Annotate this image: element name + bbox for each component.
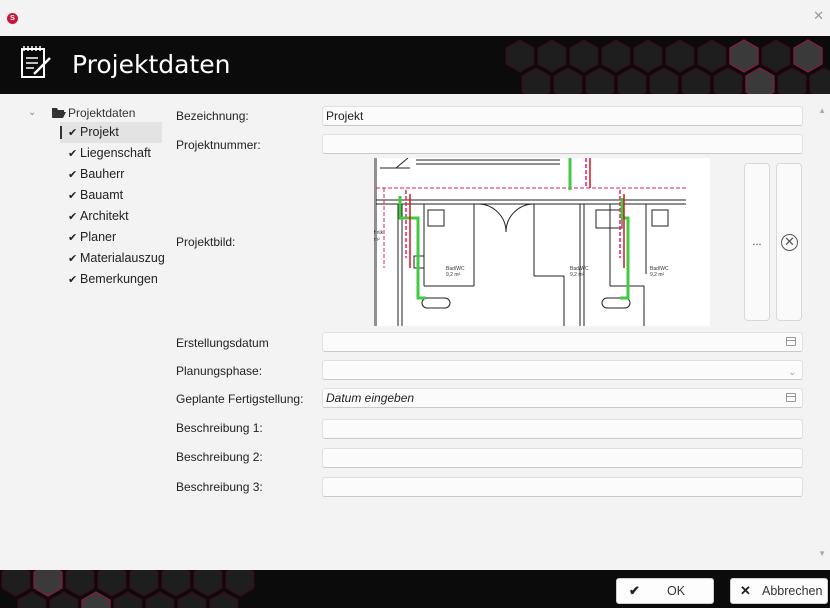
scroll-up-icon[interactable]: ▲ <box>818 106 826 115</box>
tree-item-label: Bemerkungen <box>80 272 158 286</box>
projektnummer-input[interactable] <box>322 134 803 154</box>
dialog-footer: ✔ OK ✕ Abbrechen <box>0 570 830 608</box>
planungsphase-select[interactable]: ⌄ <box>322 360 803 380</box>
plan-room-area: 9,2 m² <box>570 272 585 278</box>
ok-label: OK <box>667 584 686 598</box>
edit-document-icon <box>21 46 51 78</box>
tree-item-architekt[interactable]: ✔ Architekt <box>60 206 168 227</box>
plan-room-area: 9,2 m² <box>650 272 665 278</box>
calendar-icon[interactable] <box>786 393 796 402</box>
beschreibung1-label: Beschreibung 1: <box>176 421 263 435</box>
plan-room-area: 9,2 m² <box>446 272 461 278</box>
projektnummer-label: Projektnummer: <box>176 138 261 152</box>
checkmark-icon: ✔ <box>629 583 640 598</box>
beschreibung1-input[interactable] <box>322 419 803 439</box>
fertigstellung-input[interactable]: Datum eingeben <box>322 388 803 408</box>
checkmark-icon: ✔ <box>68 274 78 286</box>
ok-button[interactable]: ✔ OK <box>616 578 714 604</box>
checkmark-icon: ✔ <box>68 190 78 202</box>
plan-label-left-1: hnik <box>374 230 384 236</box>
scroll-down-icon[interactable]: ▼ <box>818 549 826 558</box>
tree-item-label: Liegenschaft <box>80 146 151 160</box>
dialog-header: Projektdaten <box>0 36 830 94</box>
floor-plan-drawing: hnik m² Bad/WC 9,2 m² Bad/WC 9,2 m² Bad/… <box>374 158 686 326</box>
tree-item-label: Planer <box>80 230 117 244</box>
checkmark-icon: ✔ <box>68 127 78 139</box>
checkmark-icon: ✔ <box>68 232 78 244</box>
plan-label-left-2: m² <box>374 237 380 243</box>
tree-item-planer[interactable]: ✔ Planer <box>60 227 168 248</box>
checkmark-icon: ✔ <box>68 253 78 265</box>
navigation-tree: ⌄ Projektdaten ✔ Projekt ✔ Liegenschaft ✔ B… <box>28 104 168 290</box>
cancel-button[interactable]: ✕ Abbrechen <box>730 578 828 604</box>
tree-root-projektdaten[interactable]: ⌄ Projektdaten <box>28 104 168 122</box>
hexagon-pattern-decoration <box>505 39 830 94</box>
tree-item-projekt[interactable]: ✔ Projekt <box>60 122 162 143</box>
title-bar: S ✕ <box>0 0 830 36</box>
browse-image-button[interactable]: ... <box>744 163 770 321</box>
tree-item-bauamt[interactable]: ✔ Bauamt <box>60 185 168 206</box>
fertigstellung-label: Geplante Fertigstellung: <box>176 392 304 406</box>
checkmark-icon: ✔ <box>68 169 78 181</box>
tree-item-label: Projekt <box>80 125 119 139</box>
cancel-label: Abbrechen <box>762 584 823 598</box>
bezeichnung-input[interactable]: Projekt <box>322 106 803 126</box>
project-image: hnik m² Bad/WC 9,2 m² Bad/WC 9,2 m² Bad/… <box>374 158 710 326</box>
clear-image-button[interactable]: ✕ <box>776 163 802 321</box>
hexagon-pattern-decoration <box>1 570 255 608</box>
folder-open-icon <box>52 108 66 118</box>
planungsphase-label: Planungsphase: <box>176 364 263 378</box>
checkmark-icon: ✔ <box>68 148 78 160</box>
close-icon: ✕ <box>740 583 751 598</box>
beschreibung3-input[interactable] <box>322 477 803 497</box>
tree-item-materialauszug[interactable]: ✔ Materialauszug <box>60 248 168 269</box>
bezeichnung-label: Bezeichnung: <box>176 109 249 123</box>
tree-root-label: Projektdaten <box>68 106 136 120</box>
tree-item-label: Materialauszug <box>80 251 165 265</box>
tree-item-label: Bauamt <box>80 188 124 202</box>
beschreibung2-label: Beschreibung 2: <box>176 450 263 464</box>
tree-item-liegenschaft[interactable]: ✔ Liegenschaft <box>60 143 168 164</box>
fertigstellung-placeholder: Datum eingeben <box>326 391 415 405</box>
projektbild-label: Projektbild: <box>176 235 236 249</box>
tree-item-bauherr[interactable]: ✔ Bauherr <box>60 164 168 185</box>
browse-ellipsis: ... <box>752 236 762 248</box>
tree-item-label: Architekt <box>80 209 129 223</box>
tree-item-label: Bauherr <box>80 167 125 181</box>
erstellungsdatum-input[interactable] <box>322 332 803 352</box>
checkmark-icon: ✔ <box>68 211 78 223</box>
close-icon[interactable]: ✕ <box>813 8 824 24</box>
erstellungsdatum-label: Erstellungsdatum <box>176 336 269 350</box>
beschreibung3-label: Beschreibung 3: <box>176 480 263 494</box>
clear-circle-x-icon: ✕ <box>781 234 798 251</box>
chevron-down-icon[interactable]: ⌄ <box>788 363 796 381</box>
beschreibung2-input[interactable] <box>322 448 803 468</box>
chevron-down-icon[interactable]: ⌄ <box>28 104 36 122</box>
main-content: ⌄ Projektdaten ✔ Projekt ✔ Liegenschaft ✔ B… <box>0 94 830 570</box>
tree-item-bemerkungen[interactable]: ✔ Bemerkungen <box>60 269 168 290</box>
dialog-title: Projektdaten <box>72 50 231 79</box>
calendar-icon[interactable] <box>786 337 796 346</box>
app-icon: S <box>7 13 18 24</box>
